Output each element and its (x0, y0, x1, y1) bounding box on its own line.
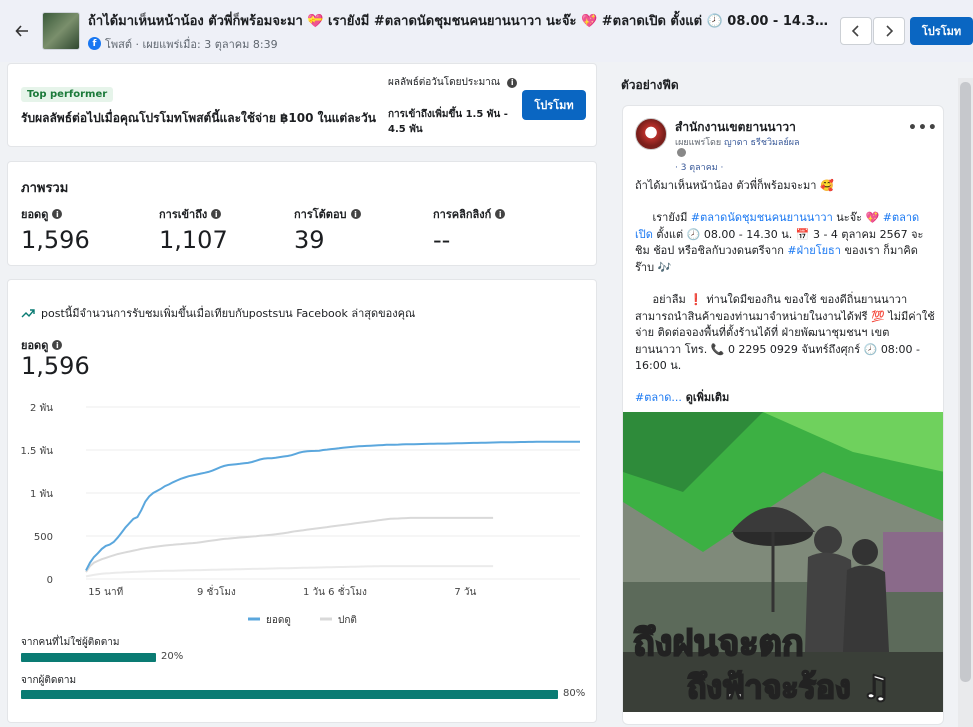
next-post-button[interactable] (873, 17, 905, 45)
chevron-left-icon (851, 25, 859, 37)
nonfollowers-percent: 20% (161, 651, 184, 662)
metric-views: ยอดดู i 1,596 (21, 205, 90, 254)
info-icon[interactable]: i (507, 78, 518, 88)
feed-preview-panel: ตัวอย่างฟีด สำนักงานเขตยานนาวา เผยแพร่โด… (610, 63, 956, 727)
hashtag-link[interactable]: #ตลาด... (635, 391, 682, 404)
top-bar: ถ้าได้มาเห็นหน้าน้อง ตัวพี่ก็พร้อมจะมา 💝… (0, 0, 973, 62)
series-line (85, 565, 494, 578)
chart-metric-value: 1,596 (21, 352, 90, 380)
info-icon[interactable]: i (52, 209, 63, 219)
post-date-link[interactable]: · 3 ตุลาคม · (675, 160, 723, 174)
estimate-label-text: ผลลัพธ์ต่อวันโดยประมาณ (388, 77, 501, 88)
post-text: นะจ๊ะ 💖 (832, 211, 883, 224)
globe-icon (677, 148, 686, 157)
publisher-line: เผยแพร่โดย ญาดา ธรีชวิมลย์ผล (675, 135, 800, 149)
nonfollowers-label: จากคนที่ไม่ใช่ผู้ติดตาม (21, 637, 120, 648)
publisher-prefix: เผยแพร่โดย (675, 138, 722, 148)
photo-caption-line2: ถึงฟ้าจะร้อง ♫ (686, 667, 891, 707)
metric-reach: การเข้าถึง i 1,107 (159, 205, 228, 254)
y-tick-label: 0 (47, 575, 53, 586)
post-title: ถ้าได้มาเห็นหน้าน้อง ตัวพี่ก็พร้อมจะมา 💝… (88, 13, 833, 29)
hashtag-link[interactable]: #ตลาดนัดชุมชนคนยานนาวา (691, 211, 833, 224)
metric-value: 1,596 (21, 226, 90, 254)
post-header: ถ้าได้มาเห็นหน้าน้อง ตัวพี่ก็พร้อมจะมา 💝… (88, 10, 838, 53)
nonfollowers-bar (21, 653, 156, 662)
info-icon[interactable]: i (495, 209, 506, 219)
info-icon[interactable]: i (350, 209, 361, 219)
post-text: เรายังมี (635, 211, 691, 224)
overview-title: ภาพรวม (21, 181, 69, 196)
facebook-icon: f (88, 37, 101, 50)
metric-value: 1,107 (159, 226, 228, 254)
y-tick-label: 1.5 พัน (20, 446, 53, 457)
metric-label: การโต้ตอบ (294, 208, 347, 221)
legend-label: ยอดดู (266, 615, 291, 626)
metric-value: 39 (294, 226, 325, 254)
post-text-paragraph3: อย่าลืม ❗ ท่านใดมีของกิน ของใช้ ของดีถิ่… (635, 293, 935, 372)
promotion-suggestion-text: รับผลลัพธ์ต่อไปเมื่อคุณโปรโมทโพสต์นี้และ… (21, 111, 376, 125)
metric-label: ยอดดู (21, 208, 49, 221)
overview-card: ภาพรวม ยอดดู i 1,596 การเข้าถึง i 1,107 กา… (7, 161, 597, 266)
hashtag-link[interactable]: #ฝ่ายโยธา (787, 244, 841, 257)
estimate-label: ผลลัพธ์ต่อวันโดยประมาณ i (388, 76, 518, 90)
metric-value: -- (433, 226, 451, 254)
post-thumbnail (42, 12, 80, 50)
info-icon[interactable]: i (52, 340, 63, 350)
followers-bar (21, 690, 558, 699)
post-text-paragraph2: เรายังมี #ตลาดนัดชุมชนคนยานนาวา นะจ๊ะ 💖 … (635, 210, 935, 276)
y-tick-label: 1 พัน (30, 489, 53, 500)
feed-post: สำนักงานเขตยานนาวา เผยแพร่โดย ญาดา ธรีชว… (622, 105, 944, 725)
page-avatar[interactable] (635, 118, 667, 150)
metric-interactions: การโต้ตอบ i 39 (294, 205, 361, 254)
scrollbar-thumb[interactable] (960, 82, 971, 682)
back-arrow-icon[interactable] (12, 21, 32, 41)
feed-scrollbar[interactable] (958, 78, 973, 727)
see-more-link[interactable]: ดูเพิ่มเติม (682, 391, 730, 404)
feed-preview-title: ตัวอย่างฟีด (621, 78, 679, 92)
views-line-chart: 0 500 1 พัน 1.5 พัน 2 พัน 15 นาที 9 ชั่วโมง 1 ว… (20, 403, 580, 626)
more-options-icon[interactable]: ••• (908, 120, 938, 136)
previous-post-button[interactable] (840, 17, 872, 45)
chevron-right-icon (886, 25, 894, 37)
nonfollowers-bar-fill (21, 653, 156, 662)
see-more-row: #ตลาด... ดูเพิ่มเติม (635, 388, 729, 406)
metric-label: การคลิกลิงก์ (433, 208, 492, 221)
x-tick-label: 7 วัน (454, 587, 476, 598)
post-text-line1: ถ้าได้มาเห็นหน้าน้อง ตัวพี่ก็พร้อมจะมา 🥰 (635, 179, 834, 192)
views-chart-card: postนี้มีจำนวนการรับชมเพิ่มขึ้นเมื่อเทีย… (7, 279, 597, 723)
info-icon[interactable]: i (211, 209, 222, 219)
followers-label: จากผู้ติดตาม (21, 675, 77, 686)
top-performer-card: Top performer รับผลลัพธ์ต่อไปเมื่อคุณโปร… (7, 63, 597, 147)
followers-bar-fill (21, 690, 558, 699)
series-line (85, 516, 494, 573)
estimate-value: การเข้าถึงเพิ่มขึ้น 1.5 พัน - 4.5 พัน (388, 109, 508, 135)
x-tick-label: 15 นาที (88, 586, 123, 598)
promote-header-button[interactable]: โปรโมท (910, 17, 973, 45)
trend-text: postนี้มีจำนวนการรับชมเพิ่มขึ้นเมื่อเทีย… (41, 307, 416, 320)
post-meta-text: โพสต์ · เผยแพร่เมื่อ: 3 ตุลาคม 8:39 (105, 37, 278, 51)
post-photo[interactable]: ถึงฝนจะตก ถึงฟ้าจะร้อง ♫ (623, 412, 943, 712)
metric-link-clicks: การคลิกลิงก์ i -- (433, 205, 506, 254)
publisher-link[interactable]: ญาดา ธรีชวิมลย์ผล (724, 138, 799, 148)
post-meta: f โพสต์ · เผยแพร่เมื่อ: 3 ตุลาคม 8:39 (88, 35, 838, 53)
y-tick-label: 2 พัน (30, 403, 53, 414)
promote-button[interactable]: โปรโมท (522, 90, 586, 120)
series-line (85, 440, 580, 571)
trend-row: postนี้มีจำนวนการรับชมเพิ่มขึ้นเมื่อเทีย… (21, 304, 415, 322)
followers-percent: 80% (563, 688, 586, 699)
metric-label: การเข้าถึง (159, 208, 208, 221)
x-tick-label: 9 ชั่วโมง (197, 584, 236, 598)
x-tick-label: 1 วัน 6 ชั่วโมง (303, 584, 367, 598)
trending-up-icon (21, 309, 35, 318)
y-tick-label: 500 (34, 532, 53, 543)
top-performer-badge: Top performer (21, 87, 114, 102)
legend-label: ปกติ (338, 615, 357, 626)
